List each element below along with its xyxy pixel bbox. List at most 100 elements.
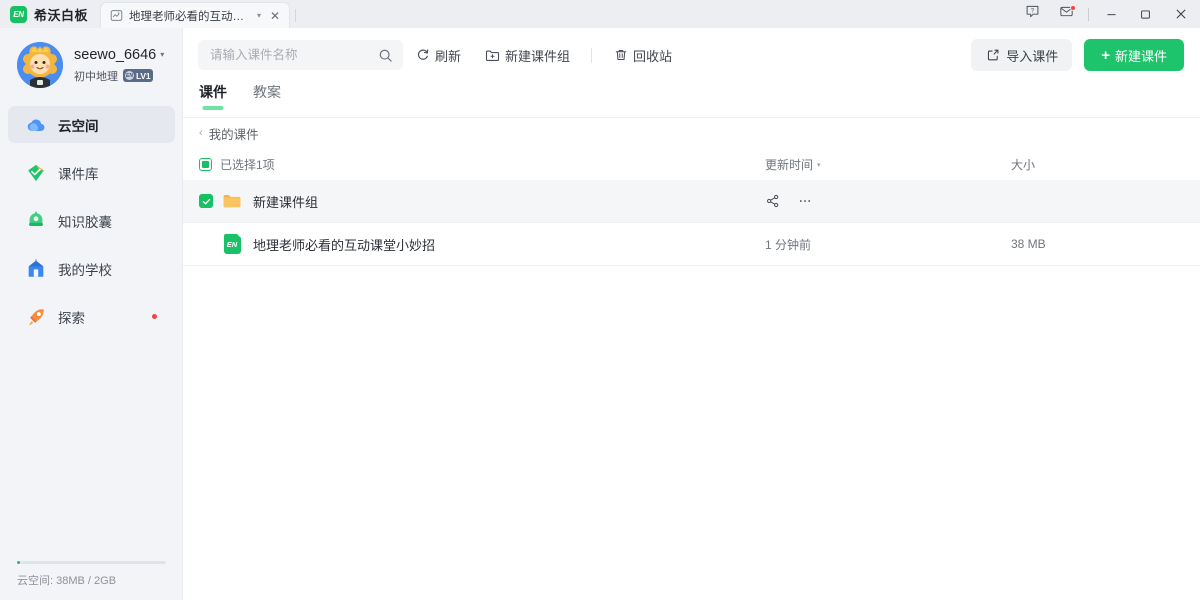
- row-update-time: 1 分钟前: [765, 236, 811, 253]
- import-icon: [985, 48, 1000, 63]
- new-folder-label: 新建课件组: [505, 46, 570, 65]
- select-all-checkbox[interactable]: [199, 158, 212, 171]
- table-row[interactable]: EN 地理老师必看的互动课堂小妙招 1 分钟前 38 MB: [183, 222, 1200, 266]
- sidebar-item-my-school[interactable]: 我的学校: [8, 250, 175, 287]
- import-courseware-button[interactable]: 导入课件: [971, 39, 1072, 71]
- app-logo-icon: EN: [10, 6, 27, 23]
- search-icon[interactable]: [378, 48, 393, 63]
- column-header-update-time[interactable]: 更新时间 ▾: [765, 156, 821, 173]
- breadcrumb-label: 我的课件: [209, 124, 259, 143]
- recycle-bin-label: 回收站: [633, 46, 672, 65]
- refresh-label: 刷新: [435, 46, 461, 65]
- controls-divider: [1088, 8, 1089, 21]
- profile-meta: seewo_6646 ▾ 初中地理 EN LV1: [74, 47, 164, 84]
- plus-icon: +: [1101, 48, 1110, 63]
- minimize-icon: [1105, 8, 1118, 21]
- content-tabs: 课件 教案: [183, 82, 1200, 118]
- app-brand: EN 希沃白板: [0, 0, 100, 28]
- list-header: 已选择1项 更新时间 ▾ 大小: [183, 149, 1200, 180]
- user-profile[interactable]: seewo_6646 ▾ 初中地理 EN LV1: [0, 28, 183, 102]
- document-icon: [110, 9, 123, 22]
- selection-count-label: 已选择1项: [220, 156, 275, 173]
- chevron-down-icon: ▾: [160, 50, 164, 59]
- search-box[interactable]: [198, 40, 403, 70]
- close-window-button[interactable]: [1162, 0, 1200, 28]
- import-courseware-label: 导入课件: [1006, 46, 1058, 65]
- window-body: seewo_6646 ▾ 初中地理 EN LV1: [0, 28, 1200, 600]
- sidebar-item-label: 探索: [58, 307, 85, 327]
- column-header-size: 大小: [1011, 156, 1035, 173]
- sidebar: seewo_6646 ▾ 初中地理 EN LV1: [0, 28, 183, 600]
- more-icon[interactable]: [797, 194, 812, 209]
- maximize-button[interactable]: [1128, 0, 1162, 28]
- sidebar-item-explore[interactable]: 探索: [8, 298, 175, 335]
- column-update-time-label: 更新时间: [765, 156, 813, 173]
- file-icon-label: EN: [224, 234, 241, 254]
- document-tab[interactable]: 地理老师必看的互动课堂小... ▾ ✕: [100, 2, 290, 28]
- file-en-icon: EN: [222, 234, 242, 254]
- new-courseware-button[interactable]: + 新建课件: [1084, 39, 1184, 71]
- tab-strip: 地理老师必看的互动课堂小... ▾ ✕: [100, 0, 301, 28]
- main-content: 刷新 新建课件组: [183, 28, 1200, 600]
- badge-en-icon: EN: [125, 71, 134, 80]
- sidebar-item-courseware-library[interactable]: 课件库: [8, 154, 175, 191]
- help-button[interactable]: ?: [1015, 0, 1049, 28]
- row-name: 新建课件组: [253, 192, 318, 211]
- refresh-icon: [415, 48, 430, 63]
- row-size: 38 MB: [1011, 237, 1046, 251]
- sidebar-item-label: 课件库: [58, 163, 99, 183]
- help-icon: ?: [1025, 4, 1040, 24]
- toolbar: 刷新 新建课件组: [183, 28, 1200, 82]
- storage-text: 云空间: 38MB / 2GB: [17, 572, 166, 588]
- sidebar-nav: 云空间 课件库: [0, 106, 183, 346]
- profile-name-row[interactable]: seewo_6646 ▾: [74, 47, 164, 63]
- trash-icon: [613, 48, 628, 63]
- profile-subtitle: 初中地理 EN LV1: [74, 68, 164, 84]
- maximize-icon: [1139, 8, 1152, 21]
- window-controls: ?: [1015, 0, 1200, 28]
- recycle-bin-button[interactable]: 回收站: [601, 40, 684, 70]
- school-icon: [25, 258, 47, 280]
- sort-descending-icon: ▾: [817, 161, 821, 169]
- folder-icon: [222, 191, 242, 211]
- checkbox-indeterminate-icon: [202, 161, 209, 168]
- chevron-left-icon[interactable]: ‹: [199, 128, 203, 139]
- sidebar-item-cloud-space[interactable]: 云空间: [8, 106, 175, 143]
- tab-divider: [295, 9, 296, 22]
- toolbar-divider: [591, 48, 592, 63]
- title-bar: EN 希沃白板 地理老师必看的互动课堂小... ▾ ✕: [0, 0, 1200, 28]
- row-actions: [765, 194, 812, 209]
- search-input[interactable]: [210, 48, 372, 62]
- mail-button[interactable]: [1049, 0, 1083, 28]
- new-folder-icon: [485, 48, 500, 63]
- check-icon: [201, 196, 212, 207]
- avatar[interactable]: [17, 42, 63, 88]
- courseware-library-icon: [25, 162, 47, 184]
- sidebar-item-label: 我的学校: [58, 259, 112, 279]
- share-icon[interactable]: [765, 194, 780, 209]
- sidebar-item-badge-dot: [152, 314, 157, 319]
- application-window: EN 希沃白板 地理老师必看的互动课堂小... ▾ ✕: [0, 0, 1200, 600]
- new-folder-button[interactable]: 新建课件组: [473, 40, 582, 70]
- app-title: 希沃白板: [34, 5, 88, 24]
- close-icon[interactable]: ✕: [268, 10, 282, 22]
- storage-indicator: 云空间: 38MB / 2GB: [0, 561, 183, 600]
- row-checkbox-checked[interactable]: [199, 194, 213, 208]
- status-badge: EN LV1: [123, 69, 153, 82]
- badge-level: LV1: [136, 71, 150, 81]
- refresh-button[interactable]: 刷新: [403, 40, 473, 70]
- table-row[interactable]: 新建课件组: [183, 180, 1200, 222]
- cloud-icon: [25, 114, 47, 136]
- storage-progress-fill: [17, 561, 20, 564]
- chevron-down-icon[interactable]: ▾: [256, 12, 262, 20]
- tab-courseware[interactable]: 课件: [199, 82, 227, 112]
- breadcrumb[interactable]: ‹ 我的课件: [183, 118, 1200, 149]
- tab-lesson-plan[interactable]: 教案: [253, 82, 281, 112]
- notification-badge: [1070, 5, 1076, 11]
- row-name: 地理老师必看的互动课堂小妙招: [253, 235, 435, 254]
- tab-title: 地理老师必看的互动课堂小...: [129, 8, 250, 24]
- sidebar-item-label: 知识胶囊: [58, 211, 112, 231]
- sidebar-item-knowledge-capsule[interactable]: 知识胶囊: [8, 202, 175, 239]
- minimize-button[interactable]: [1094, 0, 1128, 28]
- profile-name: seewo_6646: [74, 47, 156, 63]
